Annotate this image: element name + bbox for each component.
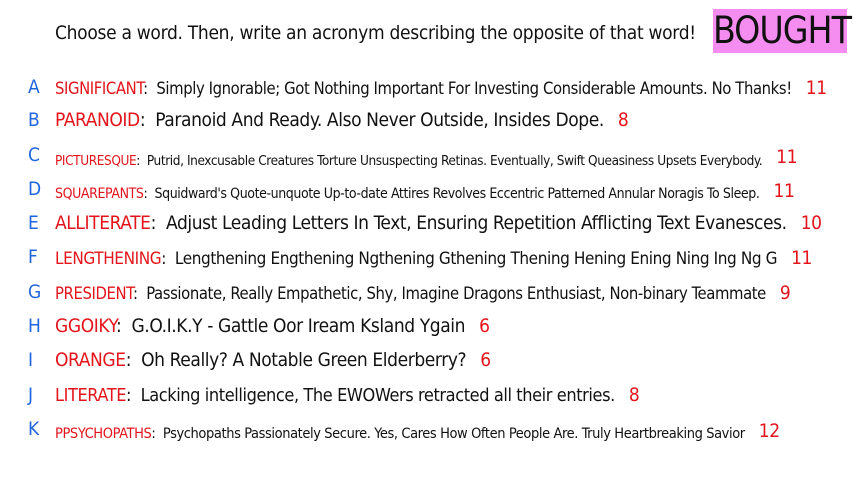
entry-letter: B (28, 109, 40, 131)
entry-score: 8 (617, 109, 629, 131)
title-badge: BOUGHT (713, 9, 852, 53)
entry-score: 9 (779, 282, 791, 304)
entry-definition: Squidward's Quote-unquote Up-to-date Att… (154, 186, 760, 202)
entry-letter: C (28, 144, 40, 166)
entry-word: ORANGE (55, 349, 126, 371)
entry-letter: H (28, 315, 41, 337)
entry-letter: G (28, 281, 42, 303)
entry-definition: Lengthening Engthening Ngthening Gthenin… (174, 249, 778, 269)
entry-score: 11 (773, 180, 795, 202)
entry-letter: F (28, 246, 38, 268)
entry-letter: J (28, 384, 34, 406)
entry-letter: E (28, 212, 39, 234)
entry-definition: Paranoid And Ready. Also Never Outside, … (155, 109, 604, 131)
entry-letter: A (28, 76, 40, 98)
entry-definition: G.O.I.K.Y - Gattle Oor Iream Ksland Ygai… (131, 315, 466, 337)
entry-definition: Adjust Leading Letters In Text, Ensuring… (165, 212, 787, 234)
entry-word: SIGNIFICANT (55, 79, 144, 98)
prompt-text: Choose a word. Then, write an acronym de… (55, 22, 696, 44)
entry-word: PICTURESQUE (55, 153, 137, 169)
entry-definition: Putrid, Inexcusable Creatures Torture Un… (146, 153, 763, 169)
entry-word: LITERATE (55, 385, 127, 406)
entry-definition: Lacking intelligence, The EWOWers retrac… (140, 385, 616, 406)
entry-definition: Passionate, Really Empathetic, Shy, Imag… (146, 284, 766, 303)
entry-definition: Simply Ignorable; Got Nothing Important … (156, 79, 792, 98)
entry-definition: Oh Really? A Notable Green Elderberry? (141, 349, 467, 371)
entry-word: GGOIKY (55, 315, 117, 337)
entry-word: ALLITERATE (55, 212, 151, 234)
entry-letter: I (28, 349, 34, 371)
entry-word: SQUAREPANTS (55, 186, 144, 202)
entry-word: PARANOID (55, 109, 140, 131)
entry-letter: K (28, 418, 40, 440)
entry-score: 11 (776, 146, 798, 168)
entry-score: 8 (628, 384, 640, 406)
entry-letter: D (28, 178, 42, 200)
entry-score: 12 (758, 420, 780, 442)
entry-definition: Psychopaths Passionately Secure. Yes, Ca… (162, 426, 745, 442)
entry-score: 6 (480, 349, 491, 371)
entry-word: PRESIDENT (55, 284, 134, 303)
entry-score: 11 (805, 77, 827, 99)
entry-word: LENGTHENING (55, 249, 162, 269)
entry-score: 6 (479, 315, 490, 337)
entry-word: PPSYCHOPATHS (55, 426, 152, 442)
entry-score: 10 (800, 212, 822, 234)
entry-score: 11 (791, 247, 813, 269)
